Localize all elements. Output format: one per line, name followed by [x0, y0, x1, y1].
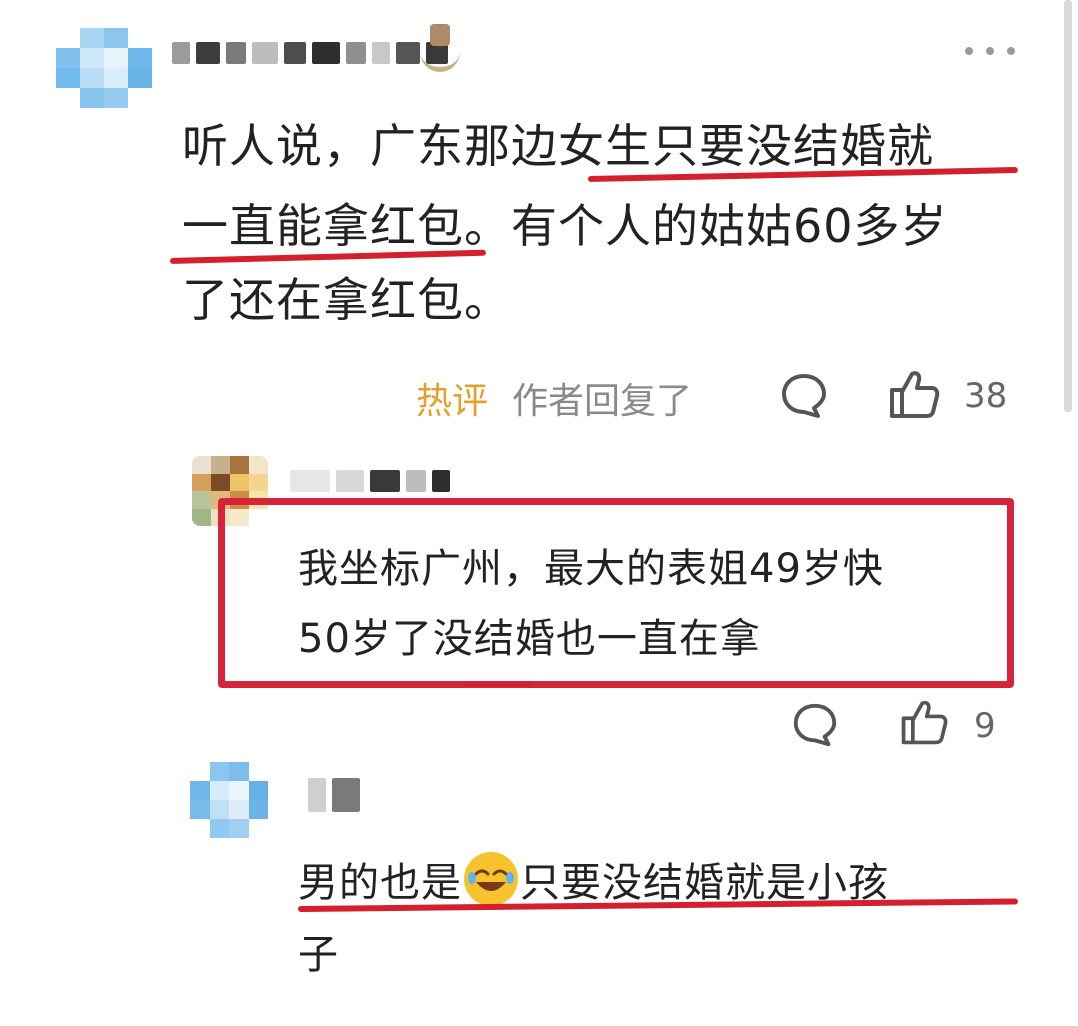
- avatar[interactable]: [190, 762, 268, 838]
- thumbs-up-icon[interactable]: [898, 696, 950, 748]
- reply-text-part-2: 只要没结婚就是小孩: [520, 860, 889, 906]
- comment-bubble-icon[interactable]: [778, 370, 830, 422]
- comment-text-line-2: 一直能拿红包。有个人的姑姑60多岁: [182, 199, 948, 253]
- avatar[interactable]: [56, 28, 152, 108]
- hot-comment-label: 热评: [416, 381, 489, 422]
- username[interactable]: [290, 470, 450, 492]
- username[interactable]: [172, 42, 448, 64]
- scrollbar[interactable]: [1064, 0, 1072, 412]
- like-count: 9: [974, 706, 996, 746]
- comment-text-line-3: 了还在拿红包。: [182, 273, 511, 327]
- thumbs-up-icon[interactable]: [886, 366, 942, 422]
- red-underline-annotation: [462, 682, 532, 687]
- rolling-laughing-emoji: [464, 852, 518, 906]
- user-badge-icon: [420, 24, 460, 74]
- comment-bubble-icon[interactable]: [790, 700, 840, 750]
- more-dots-icon[interactable]: [962, 44, 1018, 58]
- comment-text-line-1: 听人说，广东那边女生只要没结婚就: [182, 119, 934, 173]
- reply-text-line-2: 子: [298, 932, 339, 978]
- reply-text-part-1: 男的也是: [298, 860, 462, 906]
- author-replied-label[interactable]: 作者回复了: [512, 372, 692, 424]
- like-count: 38: [964, 376, 1008, 416]
- reply-text-line-2: 50岁了没结婚也一直在拿: [298, 616, 761, 662]
- reply-text-line-1: 我坐标广州，最大的表姐49岁快: [298, 546, 884, 592]
- username[interactable]: [308, 778, 360, 812]
